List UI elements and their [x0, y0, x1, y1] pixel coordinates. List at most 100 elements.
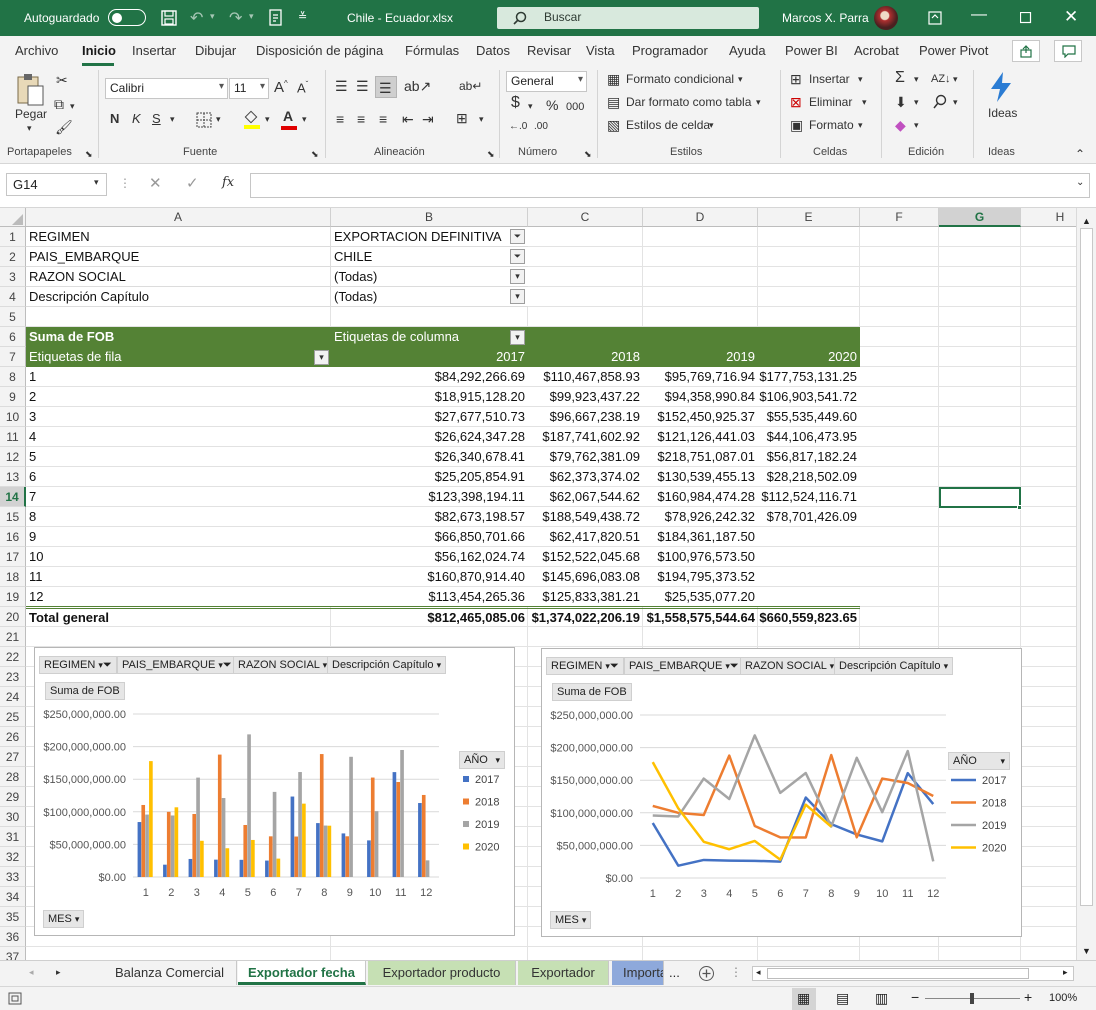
hscroll-right-icon[interactable]: ▸: [1063, 967, 1068, 978]
pivot-value-cell[interactable]: $84,292,266.69: [331, 367, 528, 387]
zoom-in-icon[interactable]: +: [1024, 989, 1032, 1005]
cut-icon[interactable]: ✂: [56, 72, 68, 88]
fill-color-icon[interactable]: [243, 110, 261, 130]
pivot-value-cell[interactable]: $152,522,045.68: [528, 547, 643, 567]
decrease-decimal-icon[interactable]: .00: [534, 119, 548, 135]
close-icon[interactable]: ✕: [1064, 7, 1078, 27]
bar-2017[interactable]: [290, 796, 295, 877]
column-header[interactable]: C: [528, 208, 643, 227]
row-header[interactable]: 10: [0, 407, 26, 427]
conditional-format-button[interactable]: Formato condicional: [626, 72, 734, 86]
bar-2020[interactable]: [174, 807, 179, 877]
total-cell[interactable]: $812,465,085.06: [331, 608, 528, 628]
row-header[interactable]: 11: [0, 427, 26, 447]
pivot-value-cell[interactable]: $113,454,265.36: [331, 587, 528, 607]
bold-icon[interactable]: N: [110, 111, 119, 126]
column-header[interactable]: A: [26, 208, 331, 227]
macro-record-icon[interactable]: [8, 992, 22, 1005]
sort-filter-icon[interactable]: AZ↓: [931, 71, 951, 87]
pivot-value-cell[interactable]: $82,673,198.57: [331, 507, 528, 527]
cell-styles-dropdown-icon[interactable]: ▾: [709, 120, 714, 131]
bar-2018[interactable]: [243, 824, 248, 877]
bar-2020[interactable]: [276, 858, 281, 877]
pivot-value-cell[interactable]: $25,535,077.20: [643, 587, 758, 607]
fill-icon[interactable]: ⬇: [895, 94, 907, 110]
pivot-value-cell[interactable]: $194,795,373.52: [643, 567, 758, 587]
avatar[interactable]: [874, 6, 898, 30]
filter-value[interactable]: EXPORTACION DEFINITIVA: [334, 227, 502, 247]
pivot-row-label[interactable]: 9: [29, 527, 36, 547]
chart-axis-button[interactable]: MES ▾: [550, 911, 592, 929]
pivot-value-cell[interactable]: $62,417,820.51: [528, 527, 643, 547]
bar-2018[interactable]: [141, 804, 146, 877]
table-format-dropdown-icon[interactable]: ▾: [756, 97, 761, 108]
total-label[interactable]: Total general: [29, 608, 109, 628]
bar-2020[interactable]: [200, 840, 204, 877]
pivot-value-cell[interactable]: [758, 527, 860, 547]
row-header[interactable]: 6: [0, 327, 26, 347]
menu-insertar[interactable]: Insertar: [132, 43, 176, 58]
row-header[interactable]: 33: [0, 867, 26, 887]
chart-axis-button[interactable]: MES ▾: [43, 910, 85, 928]
row-header[interactable]: 17: [0, 547, 26, 567]
row-header[interactable]: 36: [0, 927, 26, 947]
find-dropdown-icon[interactable]: ▾: [953, 97, 958, 108]
bar-2017[interactable]: [163, 864, 167, 877]
bar-2019[interactable]: [349, 756, 353, 877]
sheet-tab[interactable]: Importa: [612, 961, 664, 985]
ribbon-display-icon[interactable]: [928, 11, 942, 25]
bar-2019[interactable]: [145, 814, 149, 877]
underline-icon[interactable]: S: [152, 111, 161, 126]
column-header[interactable]: B: [331, 208, 528, 227]
fill-handle[interactable]: [1017, 505, 1022, 510]
redo-dropdown-icon[interactable]: ▾: [249, 11, 254, 22]
pivot-row-label[interactable]: 11: [29, 567, 43, 587]
format-cells-button[interactable]: Formato: [809, 118, 854, 132]
row-header[interactable]: 25: [0, 707, 26, 727]
pivot-row-label[interactable]: 4: [29, 427, 36, 447]
row-header[interactable]: 15: [0, 507, 26, 527]
bar-2017[interactable]: [418, 803, 422, 877]
row-header[interactable]: 28: [0, 767, 26, 787]
bar-2018[interactable]: [421, 794, 426, 877]
ideas-button[interactable]: Ideas: [988, 106, 1017, 120]
delete-cells-button[interactable]: Eliminar: [809, 95, 852, 109]
row-header[interactable]: 29: [0, 787, 26, 807]
pivot-value-cell[interactable]: $56,162,024.74: [331, 547, 528, 567]
row-header[interactable]: 2: [0, 247, 26, 267]
legend-label[interactable]: 2017: [475, 774, 499, 786]
decrease-indent-icon[interactable]: ⇤: [402, 111, 414, 127]
more-tabs[interactable]: ...: [669, 965, 680, 980]
format-cells-icon[interactable]: ▣: [790, 117, 803, 133]
conditional-format-dropdown-icon[interactable]: ▾: [738, 74, 743, 85]
delete-cells-icon[interactable]: ⊠: [790, 94, 802, 110]
table-format-icon[interactable]: ▤: [607, 94, 620, 110]
bar-2020[interactable]: [302, 803, 306, 877]
filter-value[interactable]: CHILE: [334, 247, 372, 267]
pivot-value-cell[interactable]: $94,358,990.84: [643, 387, 758, 407]
bar-2020[interactable]: [251, 839, 255, 877]
pivot-value-cell[interactable]: $44,106,473.95: [758, 427, 860, 447]
copy-icon[interactable]: ⧉: [54, 96, 64, 112]
touch-mode-icon[interactable]: [268, 9, 284, 27]
normal-view-button[interactable]: ▦: [792, 988, 816, 1010]
pivot-row-label[interactable]: 10: [29, 547, 43, 567]
bar-2017[interactable]: [188, 858, 193, 877]
pivot-value-cell[interactable]: $110,467,858.93: [528, 367, 643, 387]
cell-styles-icon[interactable]: ▧: [607, 117, 620, 133]
pivot-value-cell[interactable]: $79,762,381.09: [528, 447, 643, 467]
bar-2018[interactable]: [345, 836, 350, 877]
bar-chart[interactable]: REGIMEN ▾⏷ PAIS_EMBARQUE ▾⏷ RAZON SOCIAL…: [34, 647, 515, 936]
line-2018[interactable]: [652, 753, 934, 839]
bar-2019[interactable]: [221, 798, 226, 877]
number-format-select[interactable]: General: [506, 71, 587, 92]
pivot-value-cell[interactable]: $27,677,510.73: [331, 407, 528, 427]
bar-2019[interactable]: [425, 860, 430, 877]
pivot-value-cell[interactable]: $26,624,347.28: [331, 427, 528, 447]
chart-legend-button[interactable]: AÑO ▾: [459, 751, 505, 769]
clear-icon[interactable]: ◆: [895, 117, 906, 133]
legend-label[interactable]: 2019: [982, 820, 1006, 832]
horizontal-scrollbar[interactable]: ◂ ▸: [752, 966, 1074, 981]
row-header[interactable]: 5: [0, 307, 26, 327]
pivot-value-cell[interactable]: [758, 547, 860, 567]
